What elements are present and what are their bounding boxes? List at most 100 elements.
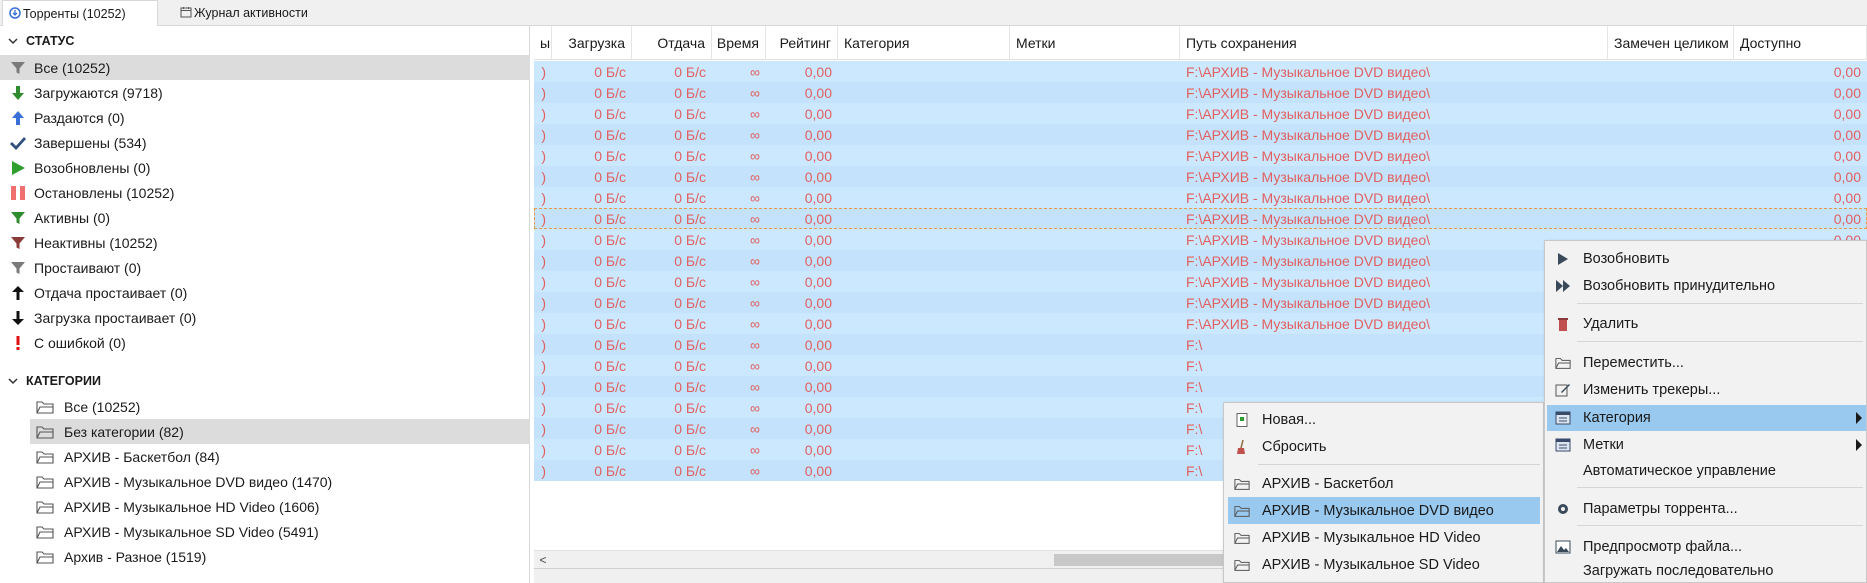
menu-item-delete[interactable]: Удалить	[1547, 311, 1866, 337]
broom-icon	[1237, 440, 1245, 454]
table-row[interactable]: ) 0 Б/с 0 Б/с ∞ 0,00 F:\АРХИВ - Музыкальное D…	[534, 187, 1867, 208]
status-item-stalled-upload[interactable]: Отдача простаивает (0)	[0, 280, 530, 305]
edit-icon	[1555, 384, 1570, 397]
column-header-download[interactable]: Загрузка	[552, 26, 632, 60]
cell-time: ∞	[750, 147, 760, 164]
status-item-stopped[interactable]: Остановлены (10252)	[0, 180, 530, 205]
status-item-errored[interactable]: С ошибкой (0)	[0, 330, 530, 355]
submenu-item-reset-category[interactable]: Сбросить	[1228, 433, 1540, 460]
menu-item-auto-management[interactable]: Автоматическое управление	[1547, 458, 1866, 484]
submenu-item-music-sd[interactable]: АРХИВ - Музыкальное SD Video	[1228, 551, 1540, 578]
menu-item-label: Категория	[1583, 410, 1651, 426]
column-header-availability[interactable]: Доступно	[1734, 26, 1867, 60]
status-item-seeding[interactable]: Раздаются (0)	[0, 105, 530, 130]
filter-icon	[11, 236, 25, 249]
cell-rating: 0,00	[804, 189, 832, 206]
tags-icon	[1555, 438, 1571, 452]
status-item-completed[interactable]: Завершены (534)	[0, 130, 530, 155]
submenu-item-new-category[interactable]: Новая...	[1228, 406, 1540, 433]
scroll-left-button[interactable]: <	[536, 553, 550, 567]
column-header-seen-complete[interactable]: Замечен целиком	[1608, 26, 1734, 60]
cell-download: 0 Б/с	[594, 168, 626, 185]
folder-icon	[36, 475, 54, 489]
folder-icon	[36, 525, 54, 539]
column-header-time[interactable]: Время	[712, 26, 766, 60]
menu-item-tags[interactable]: Метки	[1547, 432, 1866, 458]
cell-time: ∞	[750, 189, 760, 206]
cell-rating: 0,00	[804, 273, 832, 290]
table-row[interactable]: ) 0 Б/с 0 Б/с ∞ 0,00 F:\АРХИВ - Музыкальное D…	[534, 82, 1867, 103]
cell-rating: 0,00	[804, 399, 832, 416]
column-header-upload[interactable]: Отдача	[632, 26, 712, 60]
cell-download: 0 Б/с	[594, 378, 626, 395]
submenu-item-music-dvd[interactable]: АРХИВ - Музыкальное DVD видео	[1228, 497, 1540, 524]
status-item-label: Все (10252)	[34, 59, 111, 76]
menu-item-force-resume[interactable]: Возобновить принудительно	[1547, 273, 1866, 299]
cell-download: 0 Б/с	[594, 210, 626, 227]
category-item-music-sd[interactable]: АРХИВ - Музыкальное SD Video (5491)	[30, 519, 530, 544]
menu-item-label: Загружать последовательно	[1583, 563, 1774, 579]
calendar-icon	[180, 7, 192, 18]
image-icon	[1555, 540, 1571, 554]
cell-c0: )	[541, 441, 546, 458]
status-section-header[interactable]: СТАТУС	[8, 30, 74, 52]
cell-upload: 0 Б/с	[674, 315, 706, 332]
menu-item-category[interactable]: Категория	[1547, 405, 1866, 431]
cell-upload: 0 Б/с	[674, 294, 706, 311]
folder-icon	[36, 500, 54, 514]
table-row[interactable]: ) 0 Б/с 0 Б/с ∞ 0,00 F:\АРХИВ - Музыкальное D…	[534, 145, 1867, 166]
status-item-downloading[interactable]: Загружаются (9718)	[0, 80, 530, 105]
menu-item-preview-file[interactable]: Предпросмотр файла...	[1547, 534, 1866, 560]
menu-item-resume[interactable]: Возобновить	[1547, 246, 1866, 272]
cell-time: ∞	[750, 441, 760, 458]
cell-upload: 0 Б/с	[674, 273, 706, 290]
cell-c0: )	[541, 378, 546, 395]
cell-c0: )	[541, 105, 546, 122]
category-item-misc[interactable]: Архив - Разное (1519)	[30, 544, 530, 569]
category-item-music-hd[interactable]: АРХИВ - Музыкальное HD Video (1606)	[30, 494, 530, 519]
submenu-arrow-icon	[1856, 439, 1862, 451]
status-item-resumed[interactable]: Возобновлены (0)	[0, 155, 530, 180]
cell-time: ∞	[750, 357, 760, 374]
menu-item-torrent-options[interactable]: Параметры торрента...	[1547, 496, 1866, 522]
column-header-save-path[interactable]: Путь сохранения	[1180, 26, 1608, 60]
cell-c0: )	[541, 336, 546, 353]
cell-download: 0 Б/с	[594, 441, 626, 458]
category-item-uncategorized[interactable]: Без категории (82)	[30, 419, 530, 444]
submenu-item-music-hd[interactable]: АРХИВ - Музыкальное HD Video	[1228, 524, 1540, 551]
tab-torrents[interactable]: Торренты (10252)	[2, 0, 158, 27]
column-header-tags[interactable]: Метки	[1010, 26, 1180, 60]
status-item-active[interactable]: Активны (0)	[0, 205, 530, 230]
category-item-all[interactable]: Все (10252)	[30, 394, 530, 419]
cell-upload: 0 Б/с	[674, 399, 706, 416]
table-row[interactable]: ) 0 Б/с 0 Б/с ∞ 0,00 F:\АРХИВ - Музыкальное D…	[534, 124, 1867, 145]
submenu-item-basketball[interactable]: АРХИВ - Баскетбол	[1228, 470, 1540, 497]
column-header-category[interactable]: Категория	[838, 26, 1010, 60]
table-row[interactable]: ) 0 Б/с 0 Б/с ∞ 0,00 F:\АРХИВ - Музыкальное D…	[534, 103, 1867, 124]
column-header-rating[interactable]: Рейтинг	[766, 26, 838, 60]
menu-item-sequential-download[interactable]: Загружать последовательно	[1547, 559, 1866, 583]
cell-available: 0,00	[1833, 168, 1861, 185]
status-item-stalled[interactable]: Простаивают (0)	[0, 255, 530, 280]
menu-item-move[interactable]: Переместить...	[1547, 350, 1866, 376]
cell-upload: 0 Б/с	[674, 462, 706, 479]
table-row[interactable]: ) 0 Б/с 0 Б/с ∞ 0,00 F:\АРХИВ - Музыкальное D…	[534, 208, 1867, 229]
menu-item-edit-trackers[interactable]: Изменить трекеры...	[1547, 377, 1866, 403]
column-header-partial[interactable]: ы	[534, 26, 552, 60]
table-row[interactable]: ) 0 Б/с 0 Б/с ∞ 0,00 F:\АРХИВ - Музыкальное D…	[534, 166, 1867, 187]
cell-c0: )	[541, 420, 546, 437]
menu-separator	[1577, 341, 1863, 342]
cell-path: F:\АРХИВ - Музыкальное DVD видео\	[1186, 126, 1431, 143]
status-item-all[interactable]: Все (10252)	[0, 55, 530, 80]
status-item-stalled-download[interactable]: Загрузка простаивает (0)	[0, 305, 530, 330]
cell-rating: 0,00	[804, 441, 832, 458]
status-item-inactive[interactable]: Неактивны (10252)	[0, 230, 530, 255]
category-item-label: Все (10252)	[64, 398, 141, 415]
table-row[interactable]: ) 0 Б/с 0 Б/с ∞ 0,00 F:\АРХИВ - Музыкальное D…	[534, 61, 1867, 82]
fast-forward-icon	[1556, 280, 1570, 292]
table-header: ы Загрузка Отдача Время Рейтинг Категори…	[534, 26, 1867, 60]
categories-section-header[interactable]: КАТЕГОРИИ	[8, 370, 101, 392]
category-item-basketball[interactable]: АРХИВ - Баскетбол (84)	[30, 444, 530, 469]
tab-activity-log[interactable]: Журнал активности	[174, 0, 330, 26]
category-item-music-dvd[interactable]: АРХИВ - Музыкальное DVD видео (1470)	[30, 469, 530, 494]
